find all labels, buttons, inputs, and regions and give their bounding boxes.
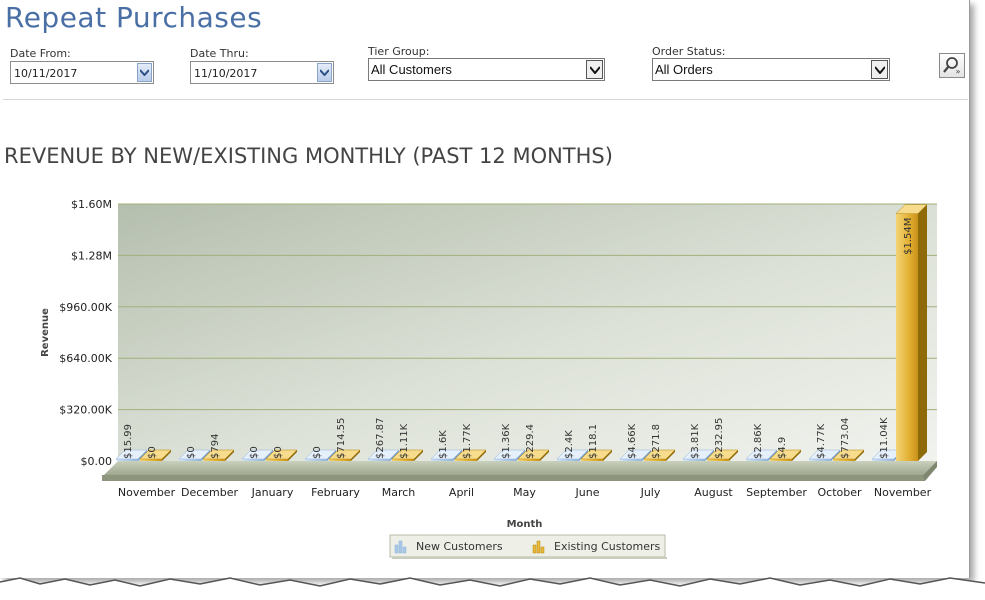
data-label: $0 [147,446,158,459]
date-thru-value: 11/10/2017 [194,67,258,80]
x-tick-label: September [746,486,807,499]
x-tick-label: August [694,486,733,499]
data-label: $3.81K [690,423,701,459]
legend-icon-bar [394,544,399,554]
date-from-field[interactable]: 10/11/2017 [10,61,154,84]
data-label: $0 [249,446,260,459]
chevron-down-icon[interactable] [586,60,603,79]
data-label: $4.9 [777,437,788,459]
data-label: $1.11K [399,423,410,459]
bar-side [918,204,927,461]
data-label: $714.55 [336,418,347,459]
date-from-label: Date From: [10,47,71,60]
x-tick-label: May [513,486,536,499]
date-thru-label: Date Thru: [190,47,249,60]
data-label: $0 [186,446,197,459]
legend-icon-bar [536,540,541,554]
data-label: $232.95 [714,418,725,459]
filter-divider [3,99,968,100]
data-label: $1.77K [462,423,473,459]
search-icon: » [943,57,961,76]
x-tick-label: February [311,486,360,499]
torn-edge [0,577,985,600]
plot-background [118,204,937,461]
data-label: $794 [210,434,221,459]
calendar-dropdown-icon[interactable] [137,63,152,82]
y-tick-label: $640.00K [59,352,112,365]
tier-group-value: All Customers [371,62,452,77]
x-tick-label: November [118,486,176,499]
legend-shadow [392,557,667,559]
chart-floor [104,461,937,475]
legend-icon-bar [532,544,537,554]
data-label: $11.04K [879,417,890,459]
y-tick-label: $960.00K [59,301,112,314]
y-tick-label: $0.00 [81,455,113,468]
page-title: Repeat Purchases [5,1,263,34]
y-tick-label: $1.60M [71,198,112,211]
report-window: Repeat Purchases Date From: 10/11/2017 D… [0,0,985,600]
date-thru-field[interactable]: 11/10/2017 [190,61,334,84]
x-tick-label: November [874,486,932,499]
x-tick-label: October [817,486,861,499]
data-label: $1.36K [501,423,512,459]
chevron-down-icon[interactable] [871,60,888,79]
data-label: $0 [273,446,284,459]
tier-group-label: Tier Group: [368,45,430,58]
x-axis-title: Month [507,519,543,530]
legend-label: New Customers [416,540,503,553]
data-label: $229.4 [525,424,536,459]
chart-floor-edge [102,475,925,481]
data-label: $2.4K [564,430,575,459]
y-tick-label: $320.00K [59,404,112,417]
order-status-select[interactable]: All Orders [652,58,890,81]
date-from-value: 10/11/2017 [14,67,78,80]
y-axis-title: Revenue [40,308,51,357]
data-label: $15.99 [123,424,134,459]
order-status-label: Order Status: [652,45,726,58]
x-tick-label: March [382,486,416,499]
x-tick-label: July [640,486,661,499]
data-label: $267.87 [375,418,386,459]
x-tick-label: April [449,486,474,499]
calendar-dropdown-icon[interactable] [317,63,332,82]
legend-icon-bar [540,546,545,554]
data-label: $0 [312,446,323,459]
y-tick-label: $1.28M [71,249,112,262]
data-label: $2.86K [753,423,764,459]
x-tick-label: December [181,486,239,499]
revenue-chart: $0.00 $320.00K $640.00K $960.00K $1.28M $1.60… [40,198,937,559]
legend-icon-bar [398,540,403,554]
search-button[interactable]: » [939,53,965,78]
data-label: $1.6K [438,430,449,459]
data-label: $271.8 [651,424,662,459]
tier-group-select[interactable]: All Customers [368,58,605,81]
legend-label: Existing Customers [554,540,660,553]
svg-text:»: » [956,67,961,76]
data-label: $773.04 [840,418,851,459]
x-tick-label: January [251,486,294,499]
data-label: $4.77K [816,423,827,459]
x-tick-label: June [575,486,600,499]
data-label: $1.54M [903,218,914,255]
order-status-value: All Orders [655,62,713,77]
data-label: $4.66K [627,423,638,459]
chart-title: REVENUE BY NEW/EXISTING MONTHLY (PAST 12… [4,144,613,168]
legend-icon-bar [402,546,407,554]
data-label: $118.1 [588,424,599,459]
